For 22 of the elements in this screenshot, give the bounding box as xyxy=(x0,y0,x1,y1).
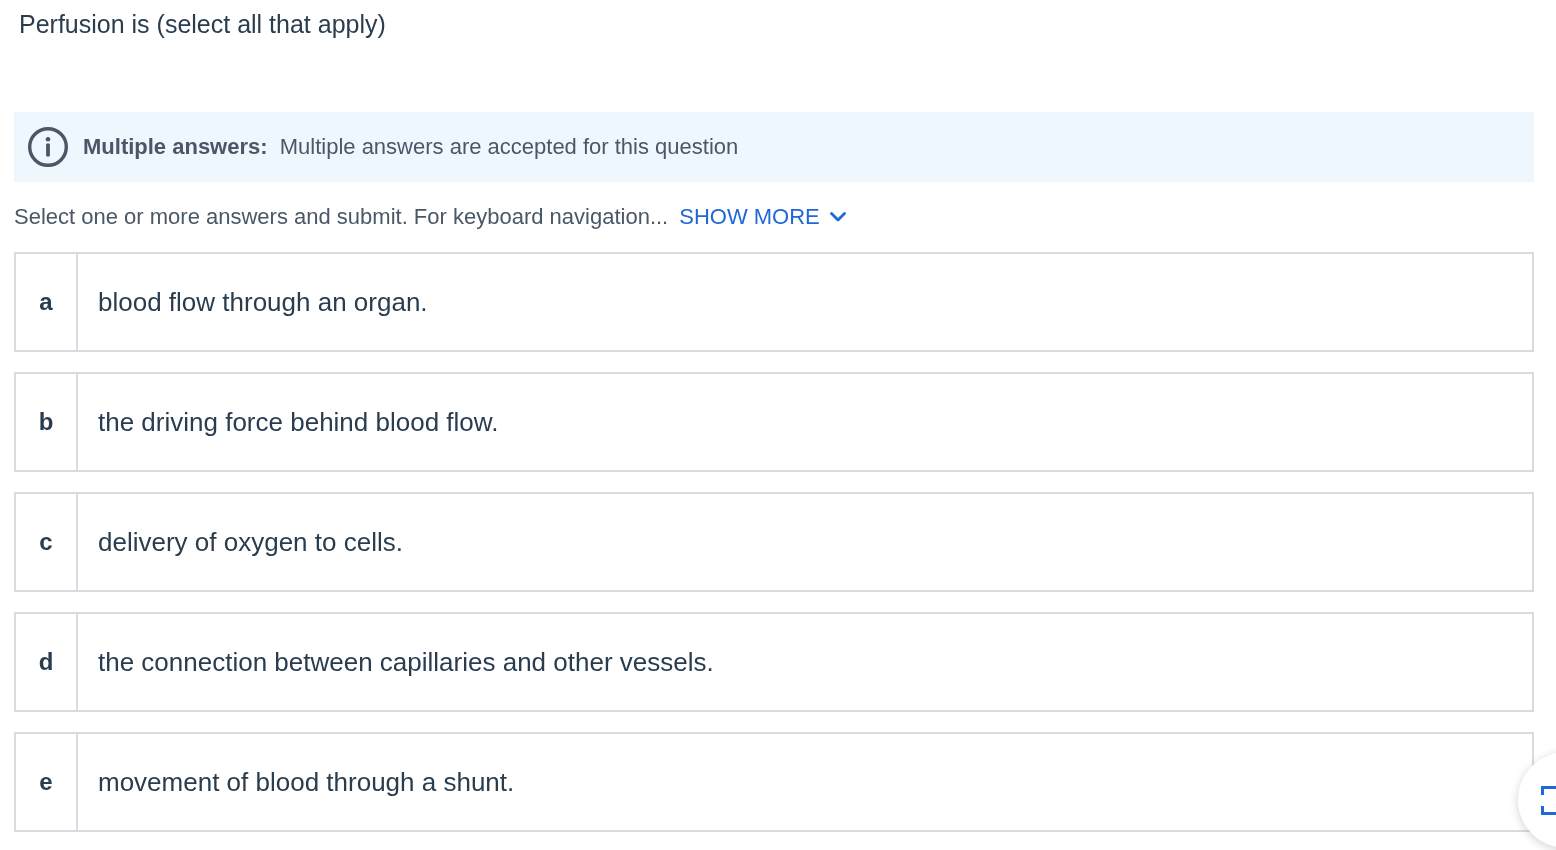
chevron-down-icon xyxy=(829,212,846,222)
answer-option[interactable]: a blood flow through an organ. xyxy=(14,252,1534,352)
info-icon xyxy=(28,127,68,167)
option-text: the driving force behind blood flow. xyxy=(98,406,499,438)
option-text: movement of blood through a shunt. xyxy=(98,766,515,798)
show-more-link[interactable]: SHOW MORE xyxy=(679,204,846,230)
option-letter: c xyxy=(39,528,53,556)
option-letter: b xyxy=(38,408,54,436)
instruction-text: Select one or more answers and submit. For keyboard navigation... xyxy=(14,204,669,230)
answer-option[interactable]: b the driving force behind blood flow. xyxy=(14,372,1534,472)
question-title: Perfusion is (select all that apply) xyxy=(19,9,386,40)
option-text: blood flow through an organ. xyxy=(98,286,428,318)
option-letter: d xyxy=(38,648,54,676)
answer-option[interactable]: e movement of blood through a shunt. xyxy=(14,732,1534,832)
corner-brackets-icon xyxy=(1541,785,1556,815)
option-text: delivery of oxygen to cells. xyxy=(98,526,403,558)
answer-option[interactable]: d the connection between capillaries and other vessels. xyxy=(14,612,1534,712)
answer-option[interactable]: c delivery of oxygen to cells. xyxy=(14,492,1534,592)
info-message: Multiple answers: Multiple answers are accepted for this question xyxy=(83,134,739,160)
option-text: the connection between capillaries and other vessels. xyxy=(98,646,714,678)
option-letter: a xyxy=(39,288,53,316)
option-letter: e xyxy=(39,768,53,796)
